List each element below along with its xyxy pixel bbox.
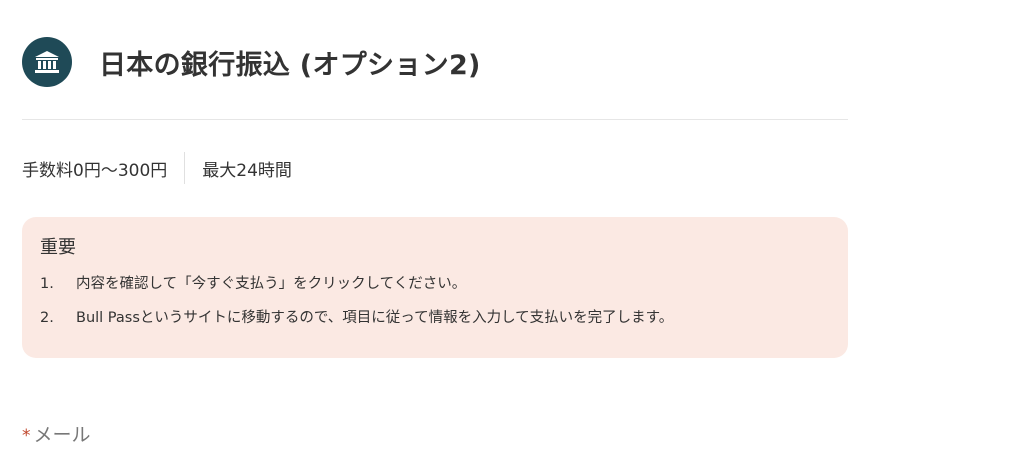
email-label-text: メール	[33, 424, 91, 446]
notice-item-text: 内容を確認して「今すぐ支払う」をクリックしてください。	[76, 276, 467, 292]
page-title: 日本の銀行振込 (オプション2)	[99, 49, 481, 81]
bank-icon	[22, 37, 72, 87]
header-divider	[22, 119, 848, 120]
email-field-label: * メール	[22, 420, 91, 447]
payment-method-header: 日本の銀行振込 (オプション2)	[22, 36, 848, 88]
required-mark: *	[22, 426, 31, 446]
notice-item: 2. Bull Passというサイトに移動するので、項目に従って情報を入力して支…	[40, 308, 830, 328]
processing-time-text: 最大24時間	[202, 160, 292, 181]
payment-meta: 手数料0円～300円 最大24時間	[22, 152, 292, 184]
notice-list: 1. 内容を確認して「今すぐ支払う」をクリックしてください。 2. Bull P…	[40, 274, 830, 328]
notice-item-number: 2.	[40, 310, 54, 326]
notice-item-text: Bull Passというサイトに移動するので、項目に従って情報を入力して支払いを…	[76, 310, 674, 326]
notice-title: 重要	[40, 237, 76, 258]
notice-item-number: 1.	[40, 276, 54, 292]
fee-text: 手数料0円～300円	[22, 160, 168, 181]
notice-item: 1. 内容を確認して「今すぐ支払う」をクリックしてください。	[40, 274, 830, 294]
important-notice: 重要 1. 内容を確認して「今すぐ支払う」をクリックしてください。 2. Bul…	[22, 217, 848, 358]
meta-separator	[184, 152, 186, 184]
